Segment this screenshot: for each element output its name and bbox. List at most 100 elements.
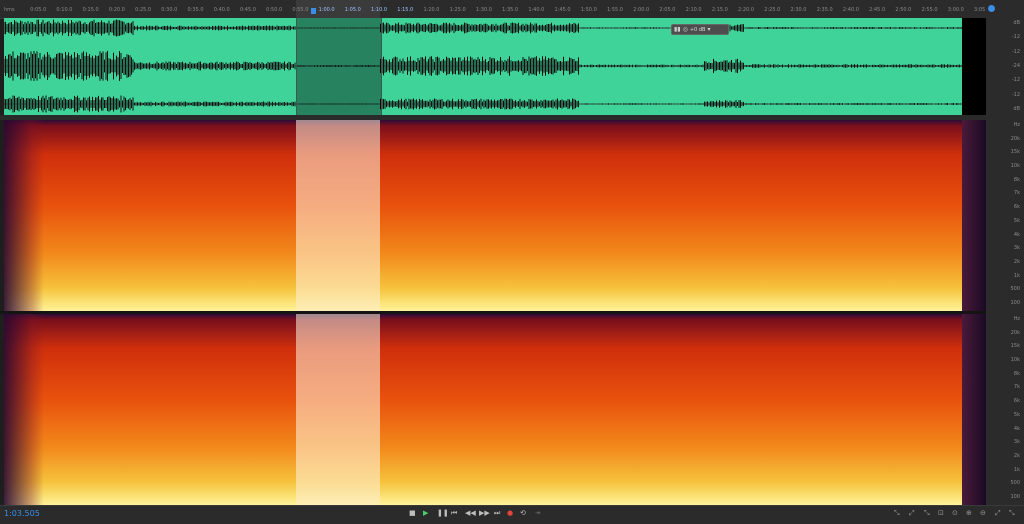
- ruler-tick-label: 1:25.0: [449, 7, 466, 13]
- current-time[interactable]: 1:03.505: [4, 509, 40, 518]
- record-icon[interactable]: ●: [507, 508, 513, 518]
- ruler-tick-label: 0:15.0: [82, 7, 99, 13]
- spectrogram-fade-in: [4, 314, 44, 505]
- scale-label: 8k: [1013, 176, 1020, 183]
- ruler-tick-label: 2:10.0: [685, 7, 702, 13]
- scale-label: 3k: [1013, 439, 1020, 446]
- pause-icon[interactable]: ❚❚: [437, 508, 449, 518]
- scale-label: -12: [1011, 48, 1020, 55]
- scale-label: 4k: [1013, 231, 1020, 238]
- spectrogram-tail-left: [962, 120, 986, 311]
- ruler-tick-label: 1:30.0: [475, 7, 492, 13]
- ruler-tick-label: 0:55.0: [292, 7, 309, 13]
- scale-label: 20k: [1010, 135, 1020, 142]
- scale-label: 1k: [1013, 272, 1020, 279]
- scale-label: -12: [1011, 34, 1020, 41]
- zoom-selection-icon[interactable]: ⊡: [938, 508, 944, 518]
- ruler-tick-label: 0:25.0: [135, 7, 152, 13]
- ruler-tick-label: 0:10.0: [56, 7, 73, 13]
- scale-label: 6k: [1013, 398, 1020, 405]
- zoom-in-icon[interactable]: ⊕: [966, 508, 972, 518]
- scale-label: 5k: [1013, 411, 1020, 418]
- zoom-reset-icon[interactable]: ⤢: [995, 508, 1001, 518]
- waveform-selection[interactable]: [296, 18, 382, 115]
- waveform-display[interactable]: [4, 18, 962, 115]
- ruler-tick-label: 2:30.0: [790, 7, 807, 13]
- spectrogram-fade-in: [4, 120, 44, 311]
- scale-label: dB: [1013, 106, 1020, 112]
- level-bars-icon: ▮▮: [674, 26, 681, 33]
- volume-knob-icon[interactable]: ◎: [683, 24, 688, 35]
- ruler-tick-label: 2:00.0: [633, 7, 650, 13]
- spectrogram-energy: [4, 314, 966, 505]
- stop-icon[interactable]: ■: [409, 508, 416, 518]
- scale-label: 8k: [1013, 370, 1020, 377]
- play-icon[interactable]: ▶: [423, 508, 428, 518]
- dropdown-icon[interactable]: ▾: [707, 24, 710, 35]
- ruler-tick-label: 2:35.0: [816, 7, 833, 13]
- scale-label: 7k: [1013, 384, 1020, 391]
- waveform-graph: [4, 19, 962, 113]
- ruler-tick-label: 1:05.0: [344, 7, 361, 13]
- scale-label: -24: [1011, 63, 1020, 69]
- ruler-tick-label: 0:30.0: [161, 7, 178, 13]
- ruler-tick-label: 0:05.0: [30, 7, 47, 13]
- ruler-tick-label: 3:05: [974, 7, 986, 13]
- scale-label: 500: [1010, 286, 1020, 293]
- zoom-out-icon[interactable]: ⊖: [980, 508, 986, 518]
- ruler-tick-label: 1:40.0: [528, 7, 545, 13]
- ruler-tick-label: 0:40.0: [213, 7, 230, 13]
- scale-label: -12: [1011, 77, 1020, 84]
- playhead-marker[interactable]: [311, 8, 316, 14]
- fit-view-icon[interactable]: ⤡: [1009, 508, 1015, 518]
- zoom-knob[interactable]: [988, 5, 995, 12]
- ruler-tick-label: 1:35.0: [502, 7, 519, 13]
- hud-volume-control[interactable]: ▮▮ ◎ +0 dB ▾: [671, 24, 729, 35]
- spectrogram-selection[interactable]: [296, 314, 380, 505]
- zoom-out-full-icon[interactable]: ⊙: [952, 508, 958, 518]
- spectrogram-selection[interactable]: [296, 120, 380, 311]
- fast-forward-icon[interactable]: ▶▶: [479, 508, 490, 518]
- ruler-tick-label: 1:50.0: [580, 7, 597, 13]
- ruler-tick-label: 2:15.0: [711, 7, 728, 13]
- zoom-out-amplitude-icon[interactable]: ⤢: [909, 508, 915, 518]
- ruler-tick-label: 2:05.0: [659, 7, 676, 13]
- rewind-icon[interactable]: ◀◀: [465, 508, 476, 518]
- loop-icon[interactable]: ⟲: [520, 508, 526, 518]
- scale-label: dB: [1013, 20, 1020, 26]
- ruler-tick-label: 0:20.0: [108, 7, 125, 13]
- ruler-tick-label: 1:00.0: [318, 7, 335, 13]
- ruler-tick-label: 0:35.0: [187, 7, 204, 13]
- ruler-tick-label: 1:20.0: [423, 7, 440, 13]
- scale-label: 500: [1010, 480, 1020, 487]
- ruler-tick-label: 1:55.0: [606, 7, 623, 13]
- ruler-tick-label: 2:55.0: [921, 7, 938, 13]
- skip-forward-icon[interactable]: ⏭: [494, 508, 500, 518]
- ruler-tick-label: 1:10.0: [371, 7, 388, 13]
- ruler-tick-label: 2:20.0: [738, 7, 755, 13]
- spectrogram-channel-left[interactable]: [4, 120, 966, 311]
- scale-label: 7k: [1013, 190, 1020, 197]
- zoom-in-time-icon[interactable]: ⤡: [924, 508, 930, 518]
- spectrogram-tail-right: [962, 314, 986, 505]
- ruler-tick-label: 1:15.0: [397, 7, 414, 13]
- skip-selection-icon[interactable]: ↠: [535, 508, 541, 518]
- zoom-in-amplitude-icon[interactable]: ⤡: [894, 508, 900, 518]
- volume-value[interactable]: +0 dB: [690, 27, 706, 33]
- ruler-tick-label: 0:50.0: [266, 7, 283, 13]
- scale-label: 5k: [1013, 217, 1020, 224]
- skip-back-icon[interactable]: ⏮: [451, 508, 457, 518]
- scale-label: 4k: [1013, 425, 1020, 432]
- scale-label: Hz: [1013, 316, 1020, 322]
- scale-label: 100: [1010, 494, 1020, 500]
- ruler-tick-label: 1:45.0: [554, 7, 571, 13]
- spectrogram-channel-right[interactable]: [4, 314, 966, 505]
- amplitude-frequency-scale[interactable]: dB -12 -12 -24 -12 -12 dB Hz 20k 15k 10k 8k 7k 6k 5k 4…: [986, 18, 1024, 505]
- scale-label: 15k: [1010, 343, 1020, 350]
- ruler-tick-label: 0:45.0: [239, 7, 256, 13]
- ruler-tick-label: 3:00.0: [947, 7, 964, 13]
- scale-label: 10k: [1010, 163, 1020, 170]
- spectrogram-energy: [4, 120, 966, 311]
- scale-label: 10k: [1010, 357, 1020, 364]
- ruler-selection-range[interactable]: [296, 0, 380, 18]
